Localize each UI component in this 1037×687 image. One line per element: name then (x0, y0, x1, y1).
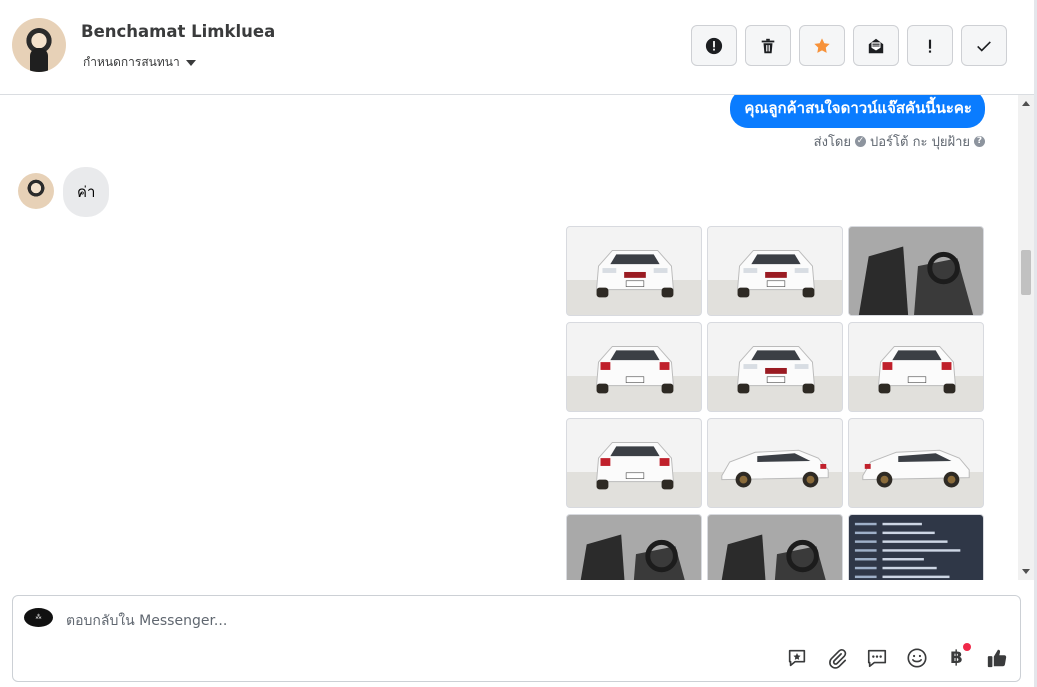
incoming-message-bubble[interactable]: ค่า (63, 167, 110, 217)
trash-icon (761, 38, 775, 53)
photo-thumbnail-rear-left-2[interactable] (566, 418, 702, 508)
emoji-icon (906, 647, 927, 668)
done-button[interactable] (961, 25, 1007, 66)
chat-icon (867, 649, 886, 667)
scroll-down-arrow-icon[interactable] (1022, 569, 1030, 574)
messenger-conversation-view: Benchamat Limkluea กำหนดการสนทนา คุณลูกค… (0, 0, 1037, 687)
header-actions (691, 25, 1007, 66)
verified-icon: ✓ (855, 136, 866, 147)
help-icon[interactable]: ? (974, 136, 985, 147)
car-image (708, 515, 842, 580)
baht-icon: ฿ (950, 647, 963, 668)
saved-reply-button[interactable] (785, 646, 808, 669)
car-image (721, 449, 829, 488)
photo-thumbnail-driver-seat[interactable] (848, 226, 984, 316)
car-image (737, 345, 815, 394)
scrollbar-thumb[interactable] (1021, 250, 1031, 295)
message-list[interactable]: คุณลูกค้าสนใจดาวน์แจ๊สคันนี้นะคะ ส่งโดย … (0, 95, 1018, 580)
car-image (878, 345, 956, 394)
photo-thumbnail-front-right[interactable] (707, 322, 843, 412)
mail-open-icon (868, 38, 884, 53)
saved-reply-icon (788, 649, 805, 666)
like-icon (987, 649, 1006, 667)
notification-dot (963, 643, 971, 651)
attach-file-button[interactable] (825, 646, 848, 669)
car-image (596, 441, 674, 490)
photo-thumbnail-side-right[interactable] (848, 418, 984, 508)
contact-avatar[interactable] (12, 18, 66, 72)
star-icon (814, 37, 830, 53)
car-image (737, 249, 815, 298)
car-image (849, 227, 983, 315)
star-button[interactable] (799, 25, 845, 66)
car-image (567, 515, 701, 580)
reply-composer: ⁂ ฿ (12, 595, 1021, 682)
page-logo: ⁂ (24, 608, 53, 627)
caret-down-icon (185, 59, 196, 66)
mark-unread-button[interactable] (853, 25, 899, 66)
photo-thumbnail-front-left[interactable] (566, 226, 702, 316)
photo-thumbnail-side-left[interactable] (707, 418, 843, 508)
scroll-up-arrow-icon[interactable] (1022, 101, 1030, 106)
photo-thumbnail-spec-sheet[interactable] (848, 514, 984, 580)
car-image (596, 249, 674, 298)
check-icon (977, 40, 991, 52)
spec-sheet-image (854, 522, 961, 579)
sent-by-line: ส่งโดย ✓ ปอร์โต้ กะ ปุยฝ้าย ? (814, 131, 985, 152)
conversation-scrollbar[interactable] (1018, 95, 1034, 580)
emoji-button[interactable] (905, 646, 928, 669)
conversation-header: Benchamat Limkluea กำหนดการสนทนา (0, 0, 1037, 95)
photo-thumbnail-rear[interactable] (848, 322, 984, 412)
alert-circle-icon (705, 37, 723, 54)
quick-reply-button[interactable] (865, 646, 888, 669)
assign-conversation-dropdown[interactable]: กำหนดการสนทนา (83, 53, 196, 72)
contact-name[interactable]: Benchamat Limkluea (81, 22, 275, 41)
photo-thumbnail-dashboard[interactable] (707, 514, 843, 580)
attachment-icon (828, 648, 846, 669)
photo-attachment-grid (566, 226, 984, 580)
car-image (596, 345, 674, 394)
photo-thumbnail-front[interactable] (707, 226, 843, 316)
exclamation-icon (928, 39, 932, 53)
composer-tools: ฿ (785, 643, 1008, 669)
delete-button[interactable] (745, 25, 791, 66)
reply-input[interactable] (66, 611, 766, 631)
photo-thumbnail-rear-left[interactable] (566, 322, 702, 412)
spam-button[interactable] (691, 25, 737, 66)
sent-by-name[interactable]: ปอร์โต้ กะ ปุยฝ้าย (870, 131, 970, 152)
car-image (862, 449, 970, 488)
follow-up-button[interactable] (907, 25, 953, 66)
sent-by-prefix: ส่งโดย (813, 135, 851, 150)
outgoing-message-bubble[interactable]: คุณลูกค้าสนใจดาวน์แจ๊สคันนี้นะคะ (730, 95, 985, 128)
sender-avatar (18, 173, 54, 209)
assign-label: กำหนดการสนทนา (83, 55, 180, 69)
like-button[interactable] (985, 646, 1008, 669)
payment-button[interactable]: ฿ (945, 643, 971, 669)
photo-thumbnail-rear-seat[interactable] (566, 514, 702, 580)
